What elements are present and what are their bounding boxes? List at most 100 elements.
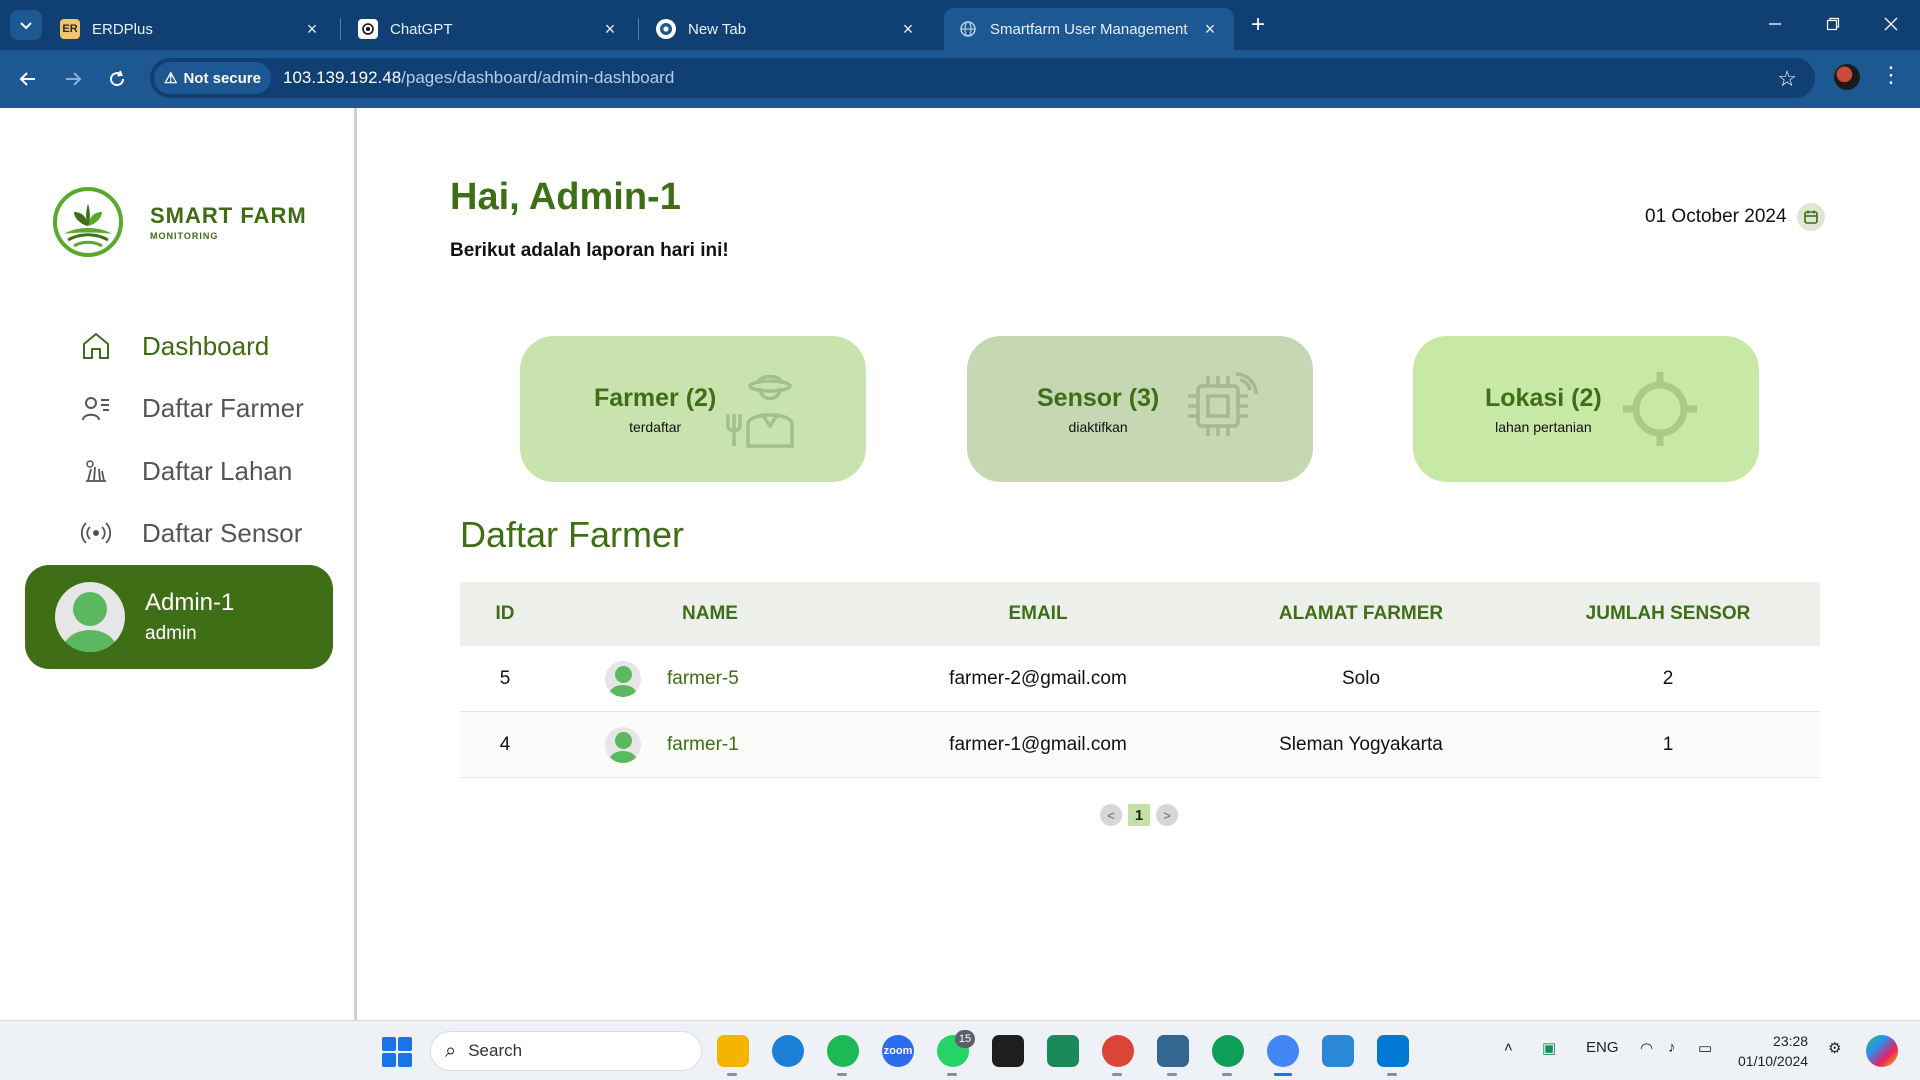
page-number-button[interactable]: 1 [1128,804,1150,826]
farmer-name-link[interactable]: farmer-1 [667,734,739,756]
chrome-active-icon[interactable] [1267,1035,1299,1067]
bookmark-star-icon[interactable]: ☆ [1777,66,1797,92]
language-indicator[interactable]: ENG [1586,1039,1619,1056]
column-header-id[interactable]: ID [460,603,550,625]
farmer-name-link[interactable]: farmer-5 [667,668,739,690]
stat-card-farmer[interactable]: Farmer (2) terdaftar [520,336,866,482]
column-header-name[interactable]: NAME [550,603,870,625]
address-bar[interactable]: ⚠ Not secure 103.139.192.48/pages/dashbo… [150,58,1815,98]
grammarly-tray-icon[interactable]: ▣ [1542,1039,1556,1057]
minimize-icon[interactable] [1760,10,1790,38]
tab-title: New Tab [688,20,747,38]
user-profile-card[interactable]: Admin-1 admin [25,565,333,669]
volume-icon[interactable]: ♪ [1668,1039,1676,1056]
next-page-button[interactable]: > [1156,804,1178,826]
zoom-icon[interactable]: zoom [882,1035,914,1067]
location-icon [1623,372,1697,446]
windows-taskbar: ⌕ Search zoom 15 ˄ ▣ ENG ◠ ♪ ▭ 23:28 01/… [0,1020,1920,1080]
system-clock[interactable]: 23:28 01/10/2024 [1738,1031,1808,1071]
prev-page-button[interactable]: < [1100,804,1122,826]
spotify-icon[interactable] [827,1035,859,1067]
logo-subtitle: MONITORING [150,231,219,241]
table-header: ID NAME EMAIL ALAMAT FARMER JUMLAH SENSO… [460,582,1820,646]
table-row[interactable]: 5 farmer-5 farmer-2@gmail.com Solo 2 [460,646,1820,712]
tab-search-button[interactable] [10,10,42,40]
avatar [605,726,641,763]
running-indicator [1112,1073,1122,1076]
chip-icon [1188,372,1258,436]
sidebar-item-label: Daftar Lahan [142,455,293,486]
vscode-icon[interactable] [1377,1035,1409,1067]
forward-icon[interactable] [58,64,88,94]
close-icon[interactable]: × [600,19,620,39]
avatar [605,660,641,697]
table-row[interactable]: 4 farmer-1 farmer-1@gmail.com Sleman Yog… [460,712,1820,778]
chrome-profile-icon[interactable] [1102,1035,1134,1067]
reload-icon[interactable] [102,64,132,94]
column-header-email[interactable]: EMAIL [870,603,1206,625]
tab-separator [638,18,639,40]
warning-icon: ⚠ [164,70,178,87]
more-menu-icon[interactable]: ⋮ [1880,62,1902,88]
column-header-address[interactable]: ALAMAT FARMER [1206,603,1516,625]
sidebar-item-daftar-lahan[interactable]: Daftar Lahan [78,451,292,491]
windows-start-icon[interactable] [382,1037,412,1067]
copilot-icon[interactable] [1866,1035,1898,1067]
home-icon [78,328,114,364]
wifi-icon[interactable]: ◠ [1640,1039,1653,1057]
url-text[interactable]: 103.139.192.48/pages/dashboard/admin-das… [283,68,674,88]
postgresql-icon[interactable] [1157,1035,1189,1067]
profile-avatar[interactable] [1834,64,1860,90]
security-chip[interactable]: ⚠ Not secure [154,62,271,94]
chrome-profile-icon[interactable] [1212,1035,1244,1067]
page-title: Hai, Admin-1 [450,176,681,218]
figma-icon[interactable] [992,1035,1024,1067]
close-icon[interactable]: × [1200,19,1220,39]
taskbar-search[interactable]: ⌕ Search [430,1031,702,1071]
globe-icon [958,19,978,39]
new-tab-button[interactable]: + [1245,11,1271,38]
close-window-icon[interactable] [1876,10,1906,38]
back-icon[interactable] [13,64,43,94]
tab-title: Smartfarm User Management [990,20,1188,38]
stat-title: Farmer (2) [594,383,717,412]
sidebar-item-label: Dashboard [142,330,270,361]
file-explorer-icon[interactable] [717,1035,749,1067]
app-logo[interactable]: SMART FARM MONITORING [52,186,307,258]
running-indicator [1167,1073,1177,1076]
main-content: Hai, Admin-1 Berikut adalah laporan hari… [360,108,1920,1020]
stat-title: Sensor (3) [1037,383,1160,412]
user-name: Admin-1 [145,589,235,616]
tab-erdplus[interactable]: ER ERDPlus × [46,8,336,50]
close-icon[interactable]: × [898,19,918,39]
battery-icon[interactable]: ▭ [1698,1039,1712,1057]
photos-icon[interactable] [1322,1035,1354,1067]
user-role: admin [145,623,197,644]
running-indicator [727,1073,737,1076]
notification-bell-icon[interactable]: ⚙ [1828,1039,1841,1057]
pagination: < 1 > [1100,804,1178,826]
restore-icon[interactable] [1818,10,1848,38]
running-indicator [1222,1073,1232,1076]
cell-email: farmer-2@gmail.com [949,667,1127,689]
chevron-down-icon [20,22,32,30]
column-header-sensor-count[interactable]: JUMLAH SENSOR [1516,603,1820,625]
chevron-up-icon[interactable]: ˄ [1504,1039,1513,1056]
edge-icon[interactable] [772,1035,804,1067]
tab-title: ChatGPT [390,20,453,38]
sidebar: SMART FARM MONITORING Dashboard Daftar F… [0,108,357,1020]
sidebar-item-daftar-sensor[interactable]: Daftar Sensor [78,513,302,553]
close-icon[interactable]: × [302,19,322,39]
tab-chatgpt[interactable]: ChatGPT × [344,8,634,50]
tab-smartfarm[interactable]: Smartfarm User Management × [944,8,1234,50]
monitor-app-icon[interactable] [1047,1035,1079,1067]
cell-id: 4 [499,733,511,755]
tab-new-tab[interactable]: New Tab × [642,8,932,50]
calendar-icon[interactable] [1796,203,1825,231]
sidebar-item-dashboard[interactable]: Dashboard [78,326,269,366]
stat-card-lokasi[interactable]: Lokasi (2) lahan pertanian [1413,336,1759,482]
avatar [55,582,125,652]
stat-card-sensor[interactable]: Sensor (3) diaktifkan [967,336,1313,482]
smartfarm-logo-icon [53,187,123,257]
sidebar-item-daftar-farmer[interactable]: Daftar Farmer [78,388,304,428]
